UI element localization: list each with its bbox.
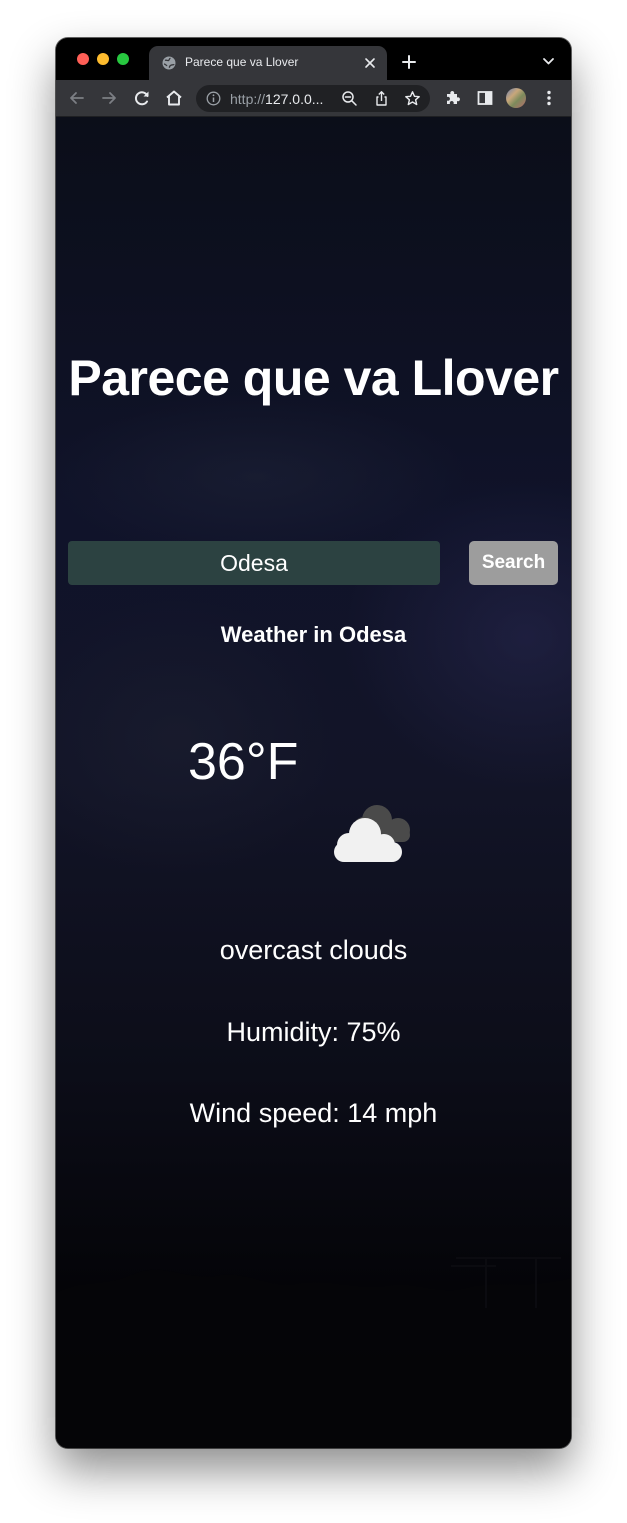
plus-icon[interactable] — [401, 54, 417, 70]
reload-icon[interactable] — [132, 88, 152, 108]
window-close-button[interactable] — [77, 53, 89, 65]
city-search-input[interactable] — [68, 541, 440, 585]
cloud-icon — [334, 805, 410, 862]
info-icon[interactable] — [206, 91, 221, 106]
browser-window: Parece que va Llover http://127.0.0... P… — [56, 38, 571, 1448]
tab-title: Parece que va Llover — [185, 55, 299, 69]
address-bar[interactable]: http://127.0.0... — [196, 85, 430, 112]
tab-active[interactable]: Parece que va Llover — [149, 46, 387, 80]
search-button[interactable]: Search — [469, 541, 558, 585]
weather-description: overcast clouds — [219, 935, 408, 965]
side-panel-icon[interactable] — [475, 88, 495, 108]
window-minimize-button[interactable] — [97, 53, 109, 65]
avatar[interactable] — [506, 88, 526, 108]
globe-icon — [162, 56, 176, 70]
url-text[interactable]: http://127.0.0... — [230, 91, 323, 107]
humidity-text: Humidity: 75% — [226, 1017, 401, 1047]
temperature: 36°F — [188, 733, 299, 791]
window-maximize-button[interactable] — [117, 53, 129, 65]
star-icon[interactable] — [404, 90, 421, 107]
background-treeline — [56, 1257, 571, 1448]
back-arrow-icon[interactable] — [67, 88, 87, 108]
puzzle-icon[interactable] — [443, 88, 463, 108]
page-content: Parece que va Llover Search Weather in O… — [56, 117, 571, 1448]
home-icon[interactable] — [164, 88, 184, 108]
tab-strip: Parece que va Llover — [56, 38, 571, 80]
close-icon[interactable] — [362, 55, 378, 71]
browser-toolbar: http://127.0.0... — [56, 80, 571, 117]
share-icon[interactable] — [373, 90, 390, 107]
kebab-menu-icon[interactable] — [539, 88, 559, 108]
zoom-out-icon[interactable] — [341, 90, 358, 107]
forward-arrow-icon[interactable] — [99, 88, 119, 108]
chevron-down-icon[interactable] — [542, 56, 555, 66]
wind-speed-text: Wind speed: 14 mph — [189, 1098, 438, 1128]
weather-heading: Weather in Odesa — [220, 622, 407, 647]
page-title: Parece que va Llover — [68, 350, 559, 406]
